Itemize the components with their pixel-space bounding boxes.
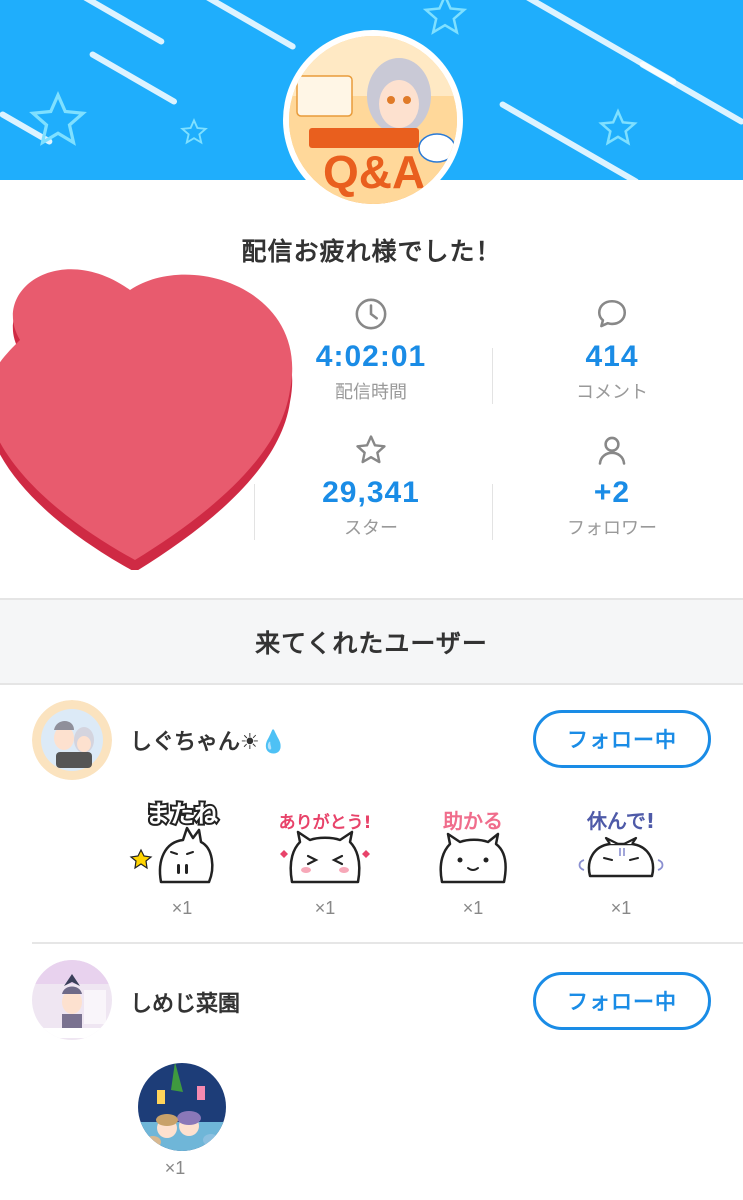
section-title: 来てくれたユーザー [255, 628, 488, 658]
stat-label: スター [344, 518, 398, 539]
sticker-yasunde: 休んで! [578, 809, 664, 878]
visitors-section-header: 来てくれたユーザー [0, 600, 743, 683]
stat-label: 配信時間 [335, 382, 407, 403]
svg-text:Q&A: Q&A [323, 146, 425, 198]
user-avatar[interactable] [32, 700, 112, 780]
stat-divider [492, 348, 493, 404]
comment-icon [497, 294, 727, 334]
stat-comments: 414 コメント [497, 294, 727, 404]
sticker-matane: またね [129, 798, 220, 884]
sticker-text: ありがとう! [279, 812, 372, 833]
stat-divider [492, 484, 493, 540]
following-button[interactable]: フォロー中 [533, 710, 711, 768]
user-name[interactable]: しぐちゃん☀💧 [130, 724, 287, 756]
stat-label: フォロワー [567, 518, 657, 539]
banner-streak [638, 60, 743, 126]
banner-streak [198, 0, 297, 51]
streamer-avatar-image: Q&A [289, 36, 457, 204]
banner-star-icon [598, 108, 638, 146]
person-icon [497, 430, 727, 470]
user-name[interactable]: しめじ菜園 [130, 986, 240, 1018]
divider [0, 683, 743, 685]
star-icon [256, 430, 486, 470]
sticker-tanabata-image [138, 1063, 226, 1151]
sticker-count: ×1 [164, 1158, 186, 1178]
sticker-text: 休んで! [586, 809, 655, 833]
sticker-count: ×1 [462, 898, 484, 918]
streamer-avatar: Q&A [283, 30, 463, 210]
sticker-tasukaru: 助かる [439, 809, 507, 884]
sticker-count: ×1 [610, 898, 632, 918]
following-button[interactable]: フォロー中 [533, 972, 711, 1030]
stat-divider [254, 484, 255, 540]
sticker-text: 助かる [443, 809, 503, 833]
banner-star-icon [180, 118, 208, 145]
stat-stars: 29,341 スター [256, 430, 486, 540]
stat-value: 414 [585, 340, 639, 373]
stat-label: コメント [576, 382, 648, 403]
stat-value: 4:02:01 [315, 340, 427, 373]
banner-streak [88, 50, 179, 106]
sticker-count: ×1 [314, 898, 336, 918]
divider [32, 942, 743, 944]
stat-value: 29,341 [322, 476, 420, 509]
stat-stream-time: 4:02:01 配信時間 [256, 294, 486, 404]
sticker-count: ×1 [171, 898, 193, 918]
stat-followers: +2 フォロワー [497, 430, 727, 540]
banner-star-icon [29, 90, 87, 146]
banner-star-icon [422, 0, 468, 35]
sticker-arigatou: ありがとう! [279, 812, 372, 884]
clock-icon [256, 294, 486, 334]
sticker-text: またね [146, 800, 218, 828]
user-avatar[interactable] [32, 960, 112, 1040]
stat-value: +2 [593, 476, 631, 509]
banner-streak [58, 0, 166, 46]
